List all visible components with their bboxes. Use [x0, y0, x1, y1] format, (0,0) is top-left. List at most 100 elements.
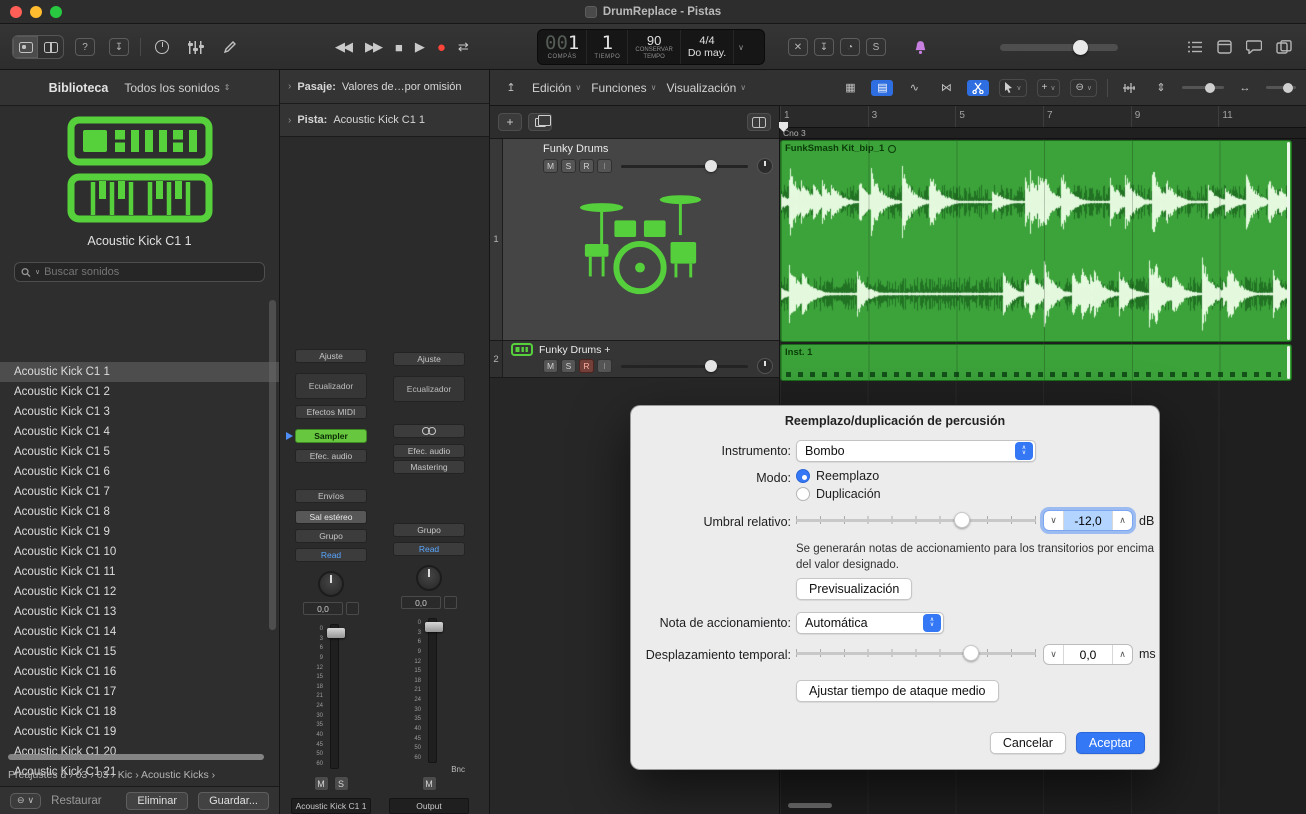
setting-button[interactable]: Ajuste: [393, 352, 465, 366]
loop-browser-icon[interactable]: [1246, 40, 1262, 54]
zoom-slider-thumb[interactable]: [1283, 83, 1293, 93]
sound-list-item[interactable]: Acoustic Kick C1 13: [0, 602, 279, 622]
threshold-slider[interactable]: [796, 512, 1036, 528]
library-tab[interactable]: Biblioteca: [49, 81, 109, 95]
sound-list-item[interactable]: Acoustic Kick C1 19: [0, 722, 279, 742]
timing-offset-slider[interactable]: [796, 645, 1036, 661]
instrument-popup[interactable]: Bombo ∧∨: [796, 440, 1036, 462]
radio-unselected-icon[interactable]: [796, 487, 810, 501]
search-scope-chevron[interactable]: ∨: [35, 268, 40, 276]
restore-button[interactable]: Restaurar: [51, 795, 102, 807]
lcd-display[interactable]: 001 COMPÁS 1 TIEMPO 90 CONSERVARTEMPO 4/…: [537, 29, 765, 65]
midi-fx-slot[interactable]: Efectos MIDI: [295, 405, 367, 419]
library-vertical-scrollbar[interactable]: [269, 300, 276, 630]
minimize-button[interactable]: [30, 6, 42, 18]
disclosure-icon[interactable]: ›: [288, 81, 291, 92]
volume-value[interactable]: 0,0: [401, 596, 441, 609]
eq-thumbnail[interactable]: Ecualizador: [393, 376, 465, 402]
lcd-signature[interactable]: 4/4 Do may.: [681, 30, 734, 64]
region-resize-handle[interactable]: [1287, 142, 1290, 340]
track-input-monitor-button[interactable]: I: [597, 159, 612, 173]
bar-ruler[interactable]: 1357911: [780, 106, 1306, 128]
timing-offset-value[interactable]: 0,0: [1064, 645, 1112, 664]
track-mute-button[interactable]: M: [543, 159, 558, 173]
sound-list-item[interactable]: Acoustic Kick C1 12: [0, 582, 279, 602]
stop-button[interactable]: ■: [395, 40, 401, 55]
rewind-button[interactable]: ◀◀: [335, 39, 351, 55]
zoom-slider-thumb[interactable]: [1205, 83, 1215, 93]
library-horizontal-scrollbar[interactable]: [8, 754, 264, 760]
marker-lane[interactable]: Cno 3: [780, 128, 1306, 139]
sound-list-item[interactable]: Acoustic Kick C1 2: [0, 382, 279, 402]
menu-edit[interactable]: Edición∨: [532, 81, 581, 95]
channel-fader[interactable]: 03691215182124303540455060: [301, 624, 361, 769]
track-header-config-button[interactable]: [747, 113, 771, 131]
add-track-button[interactable]: +: [498, 113, 522, 131]
cycle-button[interactable]: ⇄: [458, 39, 467, 55]
fader-handle[interactable]: [327, 628, 345, 638]
delete-button[interactable]: Eliminar: [126, 792, 188, 810]
stepper-decrement-button[interactable]: ∨: [1044, 645, 1064, 664]
track-volume-thumb[interactable]: [705, 160, 717, 172]
sound-list-item[interactable]: Acoustic Kick C1 14: [0, 622, 279, 642]
list-editors-icon[interactable]: [1187, 40, 1203, 54]
import-button[interactable]: ↧: [106, 36, 132, 58]
breadcrumb[interactable]: Preajustes d › 03 › 03 › Kic › Acoustic …: [0, 765, 279, 785]
preview-button[interactable]: Previsualización: [796, 578, 912, 600]
arrange-horizontal-scrollbar[interactable]: [788, 803, 832, 808]
channel-strip-name[interactable]: Acoustic Kick C1 1: [291, 798, 371, 814]
automation-mode-button[interactable]: Read: [295, 548, 367, 562]
sound-list-item[interactable]: Acoustic Kick C1 9: [0, 522, 279, 542]
instrument-slot[interactable]: Sampler: [295, 429, 367, 443]
metronome-icon[interactable]: ◔: [840, 38, 860, 56]
bounce-label[interactable]: Bnc: [393, 765, 465, 774]
drag-mode-icon[interactable]: ▤: [871, 80, 893, 96]
group-slot[interactable]: Grupo: [393, 523, 465, 537]
sound-list-item[interactable]: Acoustic Kick C1 3: [0, 402, 279, 422]
library-filter-dropdown[interactable]: Todos los sonidos ⇕: [124, 81, 230, 95]
mute-button[interactable]: M: [422, 776, 437, 791]
catch-playhead-icon[interactable]: ↥: [500, 80, 522, 96]
group-slot[interactable]: Grupo: [295, 529, 367, 543]
sound-list-item[interactable]: Acoustic Kick C1 4: [0, 422, 279, 442]
sound-list-item[interactable]: Acoustic Kick C1 10: [0, 542, 279, 562]
lcd-tempo[interactable]: 90 CONSERVARTEMPO: [628, 30, 680, 64]
track-inspector-header[interactable]: › Pista: Acoustic Kick C1 1: [280, 104, 489, 137]
search-input[interactable]: [44, 266, 258, 278]
master-volume-thumb[interactable]: [1073, 40, 1088, 55]
track-pan-knob[interactable]: [757, 158, 773, 174]
setting-button[interactable]: Ajuste: [295, 349, 367, 363]
marker-name[interactable]: Cno 3: [783, 128, 806, 139]
stepper-increment-button[interactable]: ∧: [1112, 645, 1132, 664]
sound-list-item[interactable]: Acoustic Kick C1 16: [0, 662, 279, 682]
channel-fader[interactable]: 03691215182124303540455060: [399, 618, 459, 763]
track-name[interactable]: Funky Drums +: [539, 344, 610, 356]
vertical-zoom-icon[interactable]: ⇕: [1150, 80, 1172, 96]
fullscreen-button[interactable]: [50, 6, 62, 18]
forward-button[interactable]: ▶▶: [365, 39, 381, 55]
stepper-decrement-button[interactable]: ∨: [1044, 511, 1064, 530]
solo-button[interactable]: S: [334, 776, 349, 791]
cancel-button[interactable]: Cancelar: [990, 732, 1066, 754]
track-pan-knob[interactable]: [757, 358, 773, 374]
mode-option-double[interactable]: Duplicación: [796, 487, 881, 501]
smart-controls-button[interactable]: [149, 36, 175, 58]
horizontal-zoom-icon[interactable]: ↔: [1234, 80, 1256, 96]
track-number[interactable]: 1: [490, 139, 503, 340]
automation-mode-button[interactable]: Read: [393, 542, 465, 556]
region-inspector-header[interactable]: › Pasaje: Valores de…por omisión: [280, 70, 489, 104]
sound-list-item[interactable]: Acoustic Kick C1 11: [0, 562, 279, 582]
master-volume-slider[interactable]: [1000, 44, 1118, 51]
track-record-button[interactable]: R: [579, 159, 594, 173]
pointer-tool-dropdown[interactable]: ∨: [999, 79, 1026, 97]
record-button[interactable]: ●: [437, 39, 444, 56]
channel-strip-name[interactable]: Output: [389, 798, 469, 814]
pan-knob[interactable]: [416, 565, 442, 591]
stepper-increment-button[interactable]: ∧: [1112, 511, 1132, 530]
audio-fx-slot[interactable]: Efec. audio: [393, 444, 465, 458]
alert-bell-icon[interactable]: [912, 39, 929, 56]
lcd-position[interactable]: 001 COMPÁS: [538, 30, 587, 64]
radio-selected-icon[interactable]: [796, 469, 810, 483]
solo-mode-icon[interactable]: S: [866, 38, 886, 56]
automation-icon[interactable]: ∿: [903, 80, 925, 96]
